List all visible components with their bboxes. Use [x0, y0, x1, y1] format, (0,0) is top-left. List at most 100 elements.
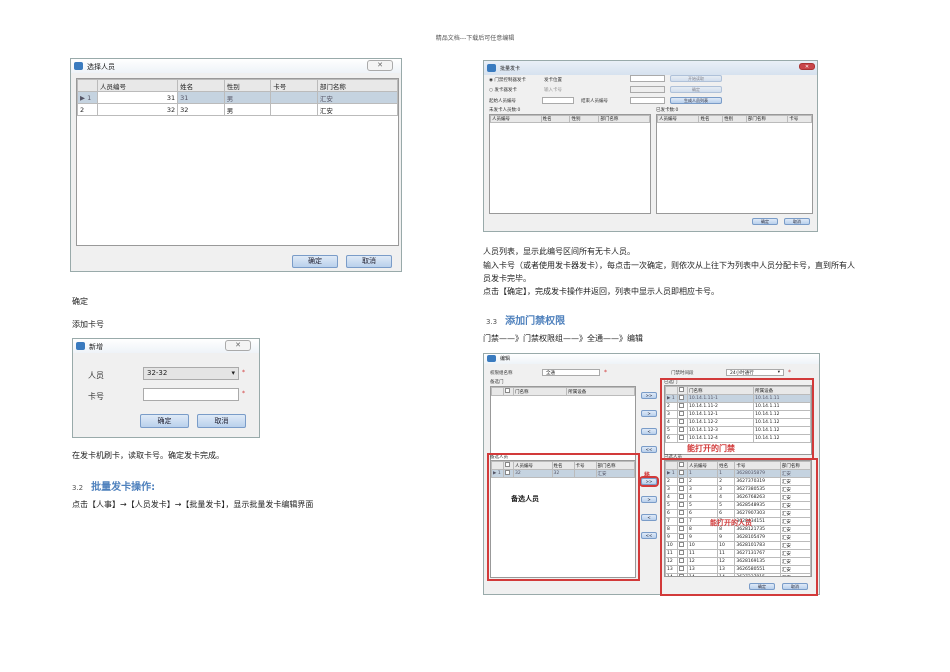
move-all-left-button[interactable]: <<: [641, 532, 657, 539]
col-header[interactable]: 姓名: [177, 79, 225, 92]
col-header[interactable]: 所属设备: [566, 387, 635, 396]
time-zone-label: 门禁时间段: [671, 371, 694, 376]
position-label: 发卡位置: [544, 78, 562, 83]
section-number: 3.3: [486, 318, 498, 326]
text-sec32-body: 点击【人事】→【人员发卡】→【批量发卡】，显示批量发卡编辑界面: [72, 500, 314, 509]
move-all-left-button[interactable]: <<: [641, 446, 657, 453]
chevron-down-icon: ▾: [231, 369, 235, 377]
move-all-right-button[interactable]: >>: [641, 392, 657, 399]
col-header[interactable]: 门名称: [512, 387, 568, 396]
cell: 31: [177, 91, 225, 104]
close-button[interactable]: ✕: [799, 63, 815, 70]
card-input[interactable]: [630, 86, 665, 93]
col-header[interactable]: 性别: [569, 115, 600, 123]
page-header: 精品文档---下载后可任意编辑: [435, 35, 515, 42]
time-zone-value: 24小时通行: [730, 371, 754, 376]
text-line: 员发卡完毕。: [483, 274, 531, 283]
close-button[interactable]: ✕: [367, 60, 393, 71]
radio-reader[interactable]: ○ 发卡器发卡: [489, 87, 517, 93]
cancel-button[interactable]: 取消: [197, 414, 246, 428]
col-header[interactable]: 卡号: [270, 79, 318, 92]
col-header[interactable]: 姓名: [540, 115, 571, 123]
move-left-button[interactable]: <: [641, 514, 657, 521]
col-header[interactable]: 部门名称: [745, 115, 789, 123]
start-id-label: 起始人员编号: [489, 99, 516, 104]
annotation-doors: 能打开的门禁: [687, 444, 735, 453]
add-card-dialog: 新增 ✕ 人员 32-32 ▾ * 卡号 * 确定 取消: [72, 338, 260, 438]
ok-button[interactable]: 确定: [292, 255, 338, 268]
dialog-title: 选择人员: [87, 63, 115, 71]
col-header[interactable]: 性别: [722, 115, 747, 123]
start-id-input[interactable]: [542, 97, 574, 104]
move-right-button[interactable]: >: [641, 410, 657, 417]
row-header: ▶ 1: [77, 91, 98, 104]
move-all-right-button[interactable]: >>: [639, 476, 659, 487]
table-row[interactable]: 2 32 32 男汇安: [77, 103, 399, 116]
generate-list-button[interactable]: 生成人员列表: [670, 97, 722, 104]
required-mark: *: [604, 369, 607, 376]
col-header[interactable]: 性别: [223, 79, 272, 92]
cancel-button[interactable]: 取消: [346, 255, 392, 268]
unissued-grid: 人员编号 姓名 性别 部门名称: [489, 114, 651, 214]
cell: 汇安: [316, 91, 399, 104]
edit-permission-dialog: 编辑 权限组名称 全通 * 门禁时间段 24小时通行 ▾ * 备选门 门名称 所属设…: [483, 353, 820, 596]
confirm-card-button[interactable]: 确定: [670, 86, 722, 93]
text-swipe: 在发卡机刷卡，读取卡号。确定发卡完成。: [72, 451, 224, 460]
dialog-title: 编辑: [500, 356, 511, 362]
issued-grid: 人员编号 姓名 性别 部门名称 卡号: [656, 114, 813, 214]
start-read-button[interactable]: 开始读取: [670, 75, 722, 82]
radio-label: 门禁控制器发卡: [494, 78, 526, 83]
col-header[interactable]: 人员编号: [490, 115, 542, 123]
text-nav-path: 门禁——》门禁权限组——》全通——》编辑: [483, 334, 643, 343]
chevron-down-icon: ▾: [777, 370, 780, 375]
text-line: 点击【确定】，完成发卡操作并返回，列表中显示人员即相应卡号。: [483, 287, 719, 296]
col-header[interactable]: 部门名称: [316, 79, 399, 92]
highlight-box: [660, 458, 818, 596]
position-select[interactable]: [630, 75, 665, 82]
close-button[interactable]: ✕: [225, 340, 251, 351]
group-name-label: 权限组名称: [490, 371, 513, 376]
cancel-button[interactable]: 取消: [784, 218, 810, 225]
dialog-title-bar: 新增 ✕: [73, 339, 259, 353]
text-confirm: 确定: [72, 297, 88, 306]
app-icon: [76, 342, 85, 350]
required-mark: *: [242, 390, 245, 397]
end-id-input[interactable]: [630, 97, 665, 104]
cell: 32: [96, 103, 179, 116]
col-header[interactable]: 姓名: [698, 115, 724, 123]
person-select[interactable]: 32-32 ▾: [143, 367, 239, 380]
dialog-title-bar: 选择人员 ✕: [71, 59, 401, 73]
app-icon: [74, 62, 83, 70]
move-left-button[interactable]: <: [641, 428, 657, 435]
text-line: 输入卡号（或者使用发卡器发卡），每点击一次确定，则依次从上往下为列表中人员分配卡…: [483, 261, 855, 270]
select-person-dialog: 选择人员 ✕ 人员编号 姓名 性别 卡号 部门名称 ▶ 1 31 31 男汇安 2 32 32 男汇安…: [70, 58, 402, 272]
col-header[interactable]: 人员编号: [96, 79, 179, 92]
ok-button[interactable]: 确定: [140, 414, 189, 428]
batch-issue-dialog: 批量发卡 ✕ ◉ 门禁控制器发卡 ○ 发卡器发卡 起始人员编号 发卡位置 输入卡号…: [483, 60, 818, 232]
highlight-box: [660, 378, 814, 460]
dialog-title: 新增: [89, 343, 103, 351]
col-header[interactable]: 卡号: [787, 115, 812, 123]
radio-label: 发卡器发卡: [494, 88, 517, 93]
cell: 男: [223, 103, 272, 116]
cell: 汇安: [316, 103, 399, 116]
cell: [270, 103, 318, 116]
time-zone-select[interactable]: 24小时通行 ▾: [726, 369, 784, 376]
move-right-button[interactable]: >: [641, 496, 657, 503]
cell: 男: [223, 91, 272, 104]
row-header: 2: [77, 103, 98, 116]
card-label: 卡号: [88, 392, 104, 401]
table-row[interactable]: ▶ 1 31 31 男汇安: [77, 91, 399, 104]
person-label: 人员: [88, 371, 104, 380]
col-header[interactable]: 部门名称: [598, 115, 650, 123]
select-all-checkbox[interactable]: [505, 388, 510, 393]
card-input[interactable]: [143, 388, 239, 401]
cell: 31: [96, 91, 179, 104]
col-header[interactable]: 人员编号: [656, 115, 700, 123]
section-number: 3.2: [72, 484, 84, 492]
annotation-available-people: 备选人员: [511, 495, 539, 503]
radio-controller[interactable]: ◉ 门禁控制器发卡: [489, 77, 526, 83]
ok-button[interactable]: 确定: [752, 218, 778, 225]
required-mark: *: [788, 369, 791, 376]
group-name-input[interactable]: 全通: [542, 369, 600, 376]
